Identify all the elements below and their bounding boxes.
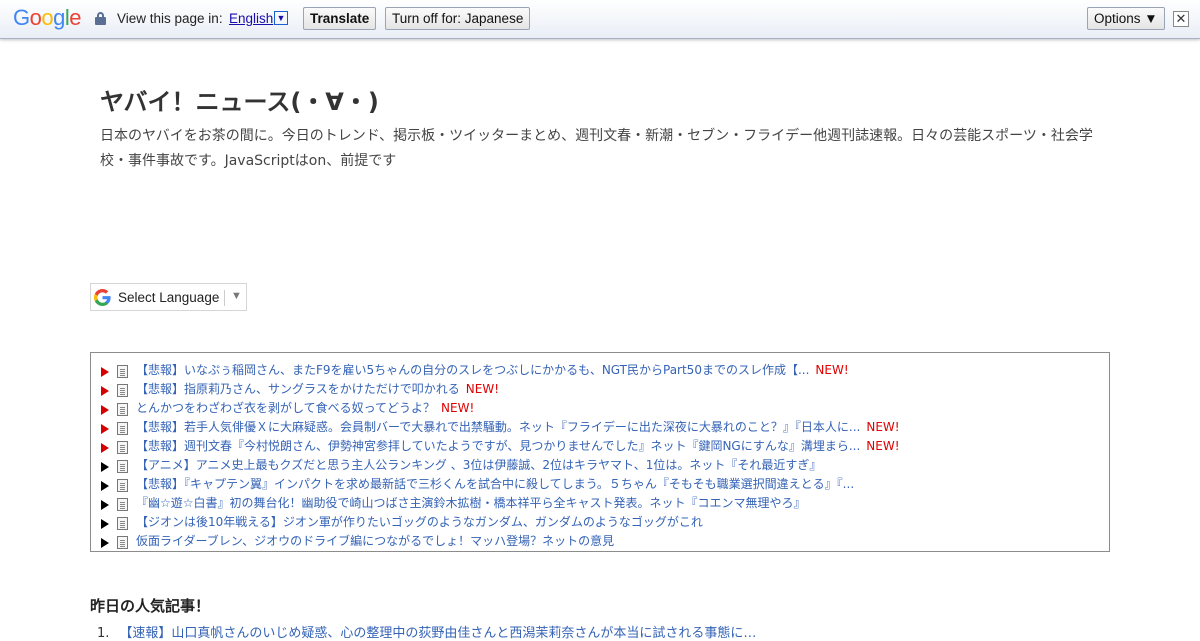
google-logo: Google <box>13 5 82 31</box>
logo-letter: o <box>29 5 42 30</box>
new-badge: NEW! <box>866 420 900 434</box>
red-triangle-icon <box>101 442 109 453</box>
red-triangle-icon <box>101 404 109 415</box>
popular-item-link[interactable]: 【速報】山口真帆さんのいじめ疑惑、心の整理中の荻野由佳さんと西潟茉莉奈さんが本当… <box>119 626 756 641</box>
close-icon[interactable]: ✕ <box>1173 11 1189 27</box>
new-badge: NEW! <box>465 382 499 396</box>
logo-letter: o <box>41 5 54 30</box>
news-link[interactable]: 【アニメ】アニメ史上最もクズだと思う主人公ランキング 、3位は伊藤誠、2位はキラ… <box>136 456 821 475</box>
triangle-icon <box>101 518 109 529</box>
news-item[interactable]: 【悲報】いなぷぅ稲岡さん、またF9を雇い5ちゃんの自分のスレをつぶしにかかるも、… <box>101 361 900 380</box>
logo-letter: g <box>53 5 65 30</box>
popular-item-number: 1. <box>97 626 110 641</box>
news-item[interactable]: 【ジオンは後10年戦える】ジオン軍が作りたいゴッグのようなガンダム、ガンダムのよ… <box>101 513 900 532</box>
news-item[interactable]: 【悲報】週刊文春『今村悦朗さん、伊勢神宮参拝していたようですが、見つかりませんで… <box>101 437 900 456</box>
new-badge: NEW! <box>815 363 849 377</box>
news-feed-box: 【悲報】いなぷぅ稲岡さん、またF9を雇い5ちゃんの自分のスレをつぶしにかかるも、… <box>90 352 1110 552</box>
language-link[interactable]: English <box>229 11 273 26</box>
document-icon <box>117 422 128 435</box>
popular-heading: 昨日の人気記事！ <box>90 597 211 615</box>
news-list: 【悲報】いなぷぅ稲岡さん、またF9を雇い5ちゃんの自分のスレをつぶしにかかるも、… <box>101 361 900 551</box>
news-item[interactable]: 【悲報】指原莉乃さん、サングラスをかけただけで叩かれる NEW! <box>101 380 900 399</box>
document-icon <box>117 460 128 473</box>
select-language-dropdown[interactable]: Select Language ▼ <box>90 283 247 311</box>
news-item[interactable]: 『幽☆遊☆白書』初の舞台化！幽助役で崎山つばさ主演鈴木拡樹・橋本祥平ら全キャスト… <box>101 494 900 513</box>
news-item[interactable]: 【悲報】若手人気俳優Ｘに大麻疑惑。会員制バーで大暴れで出禁騒動。ネット『フライデ… <box>101 418 900 437</box>
news-link[interactable]: 【悲報】『キャプテン翼』インパクトを求め最新話で三杉くんを試合中に殺してしまう。… <box>136 475 854 494</box>
view-page-in-label: View this page in: <box>117 11 223 26</box>
document-icon <box>117 403 128 416</box>
triangle-icon <box>101 461 109 472</box>
red-triangle-icon <box>101 385 109 396</box>
red-triangle-icon <box>101 423 109 434</box>
news-link[interactable]: 【悲報】若手人気俳優Ｘに大麻疑惑。会員制バーで大暴れで出禁騒動。ネット『フライデ… <box>136 418 860 437</box>
news-link[interactable]: 【悲報】いなぷぅ稲岡さん、またF9を雇い5ちゃんの自分のスレをつぶしにかかるも、… <box>136 361 809 380</box>
news-item[interactable]: 仮面ライダーブレン、ジオウのドライブ編につながるでしょ！マッハ登場？ネットの意見 <box>101 532 900 551</box>
site-title[interactable]: ヤバイ！ニュース(・∀・) <box>100 82 379 117</box>
triangle-icon <box>101 537 109 548</box>
document-icon <box>117 441 128 454</box>
document-icon <box>117 365 128 378</box>
triangle-icon <box>101 480 109 491</box>
news-item[interactable]: 【アニメ】アニメ史上最もクズだと思う主人公ランキング 、3位は伊藤誠、2位はキラ… <box>101 456 900 475</box>
document-icon <box>117 384 128 397</box>
document-icon <box>117 479 128 492</box>
turn-off-button[interactable]: Turn off for: Japanese <box>385 7 531 30</box>
news-link[interactable]: 仮面ライダーブレン、ジオウのドライブ編につながるでしょ！マッハ登場？ネットの意見 <box>136 532 614 551</box>
red-triangle-icon <box>101 366 109 377</box>
logo-letter: G <box>13 5 30 30</box>
document-icon <box>117 498 128 511</box>
document-icon <box>117 517 128 530</box>
news-link[interactable]: 【悲報】指原莉乃さん、サングラスをかけただけで叩かれる <box>136 380 460 399</box>
chevron-down-icon: ▼ <box>231 290 242 302</box>
news-item[interactable]: とんかつをわざわざ衣を剥がして食べる奴ってどうよ？ NEW! <box>101 399 900 418</box>
news-link[interactable]: とんかつをわざわざ衣を剥がして食べる奴ってどうよ？ <box>136 399 435 418</box>
logo-letter: e <box>69 5 82 30</box>
document-icon <box>117 536 128 549</box>
translate-bar: Google View this page in: English ▼ Tran… <box>0 0 1200 39</box>
news-link[interactable]: 【ジオンは後10年戦える】ジオン軍が作りたいゴッグのようなガンダム、ガンダムのよ… <box>136 513 703 532</box>
lock-icon <box>95 12 106 25</box>
popular-list-item[interactable]: 1. 【速報】山口真帆さんのいじめ疑惑、心の整理中の荻野由佳さんと西潟茉莉奈さんが… <box>97 622 756 641</box>
news-link[interactable]: 『幽☆遊☆白書』初の舞台化！幽助役で崎山つばさ主演鈴木拡樹・橋本祥平ら全キャスト… <box>136 494 806 513</box>
news-item[interactable]: 【悲報】『キャプテン翼』インパクトを求め最新話で三杉くんを試合中に殺してしまう。… <box>101 475 900 494</box>
select-separator <box>224 290 225 306</box>
news-link[interactable]: 【悲報】週刊文春『今村悦朗さん、伊勢神宮参拝していたようですが、見つかりませんで… <box>136 437 860 456</box>
language-dropdown-icon[interactable]: ▼ <box>274 11 288 25</box>
new-badge: NEW! <box>441 401 475 415</box>
triangle-icon <box>101 499 109 510</box>
translate-button[interactable]: Translate <box>303 7 377 30</box>
google-g-icon <box>94 289 111 306</box>
select-language-label: Select Language <box>118 290 220 305</box>
new-badge: NEW! <box>866 439 900 453</box>
site-description: 日本のヤバイをお茶の間に。今日のトレンド、掲示板・ツイッターまとめ、週刊文春・新… <box>100 128 1093 169</box>
options-button[interactable]: Options ▼ <box>1087 7 1165 30</box>
